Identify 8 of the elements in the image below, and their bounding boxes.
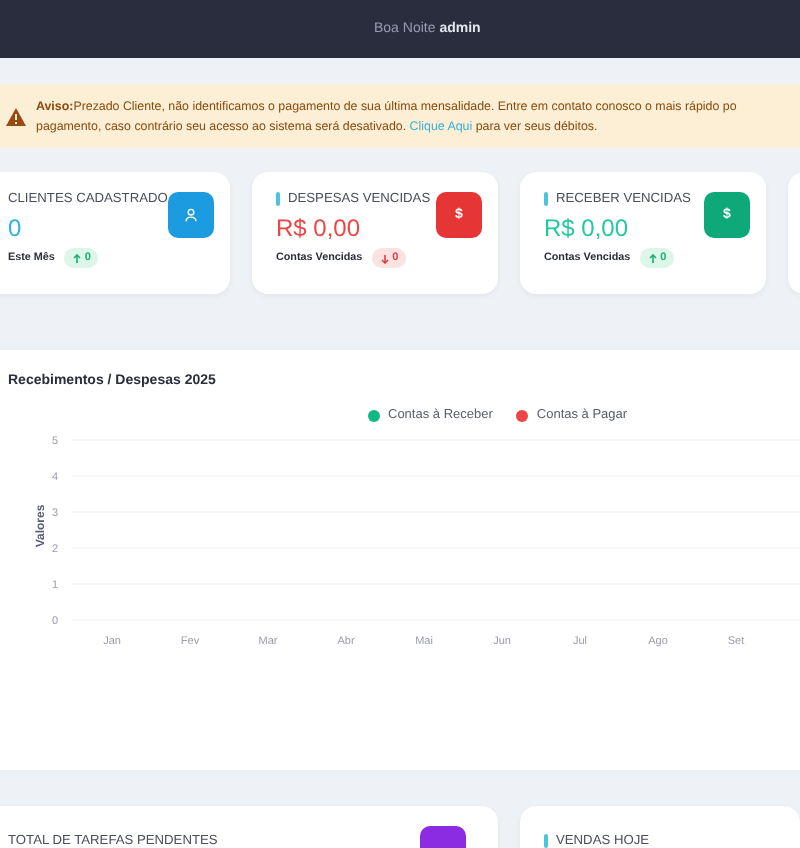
card-value: R$ 0,00 <box>544 214 631 242</box>
arrow-up-icon <box>72 253 83 263</box>
arrow-up-icon <box>648 253 659 263</box>
user-icon <box>184 208 198 222</box>
card-value: R$ 0,00 <box>276 214 363 242</box>
arrow-down-icon <box>380 253 391 263</box>
warning-icon <box>6 107 26 125</box>
card-value: 0 <box>8 214 24 242</box>
